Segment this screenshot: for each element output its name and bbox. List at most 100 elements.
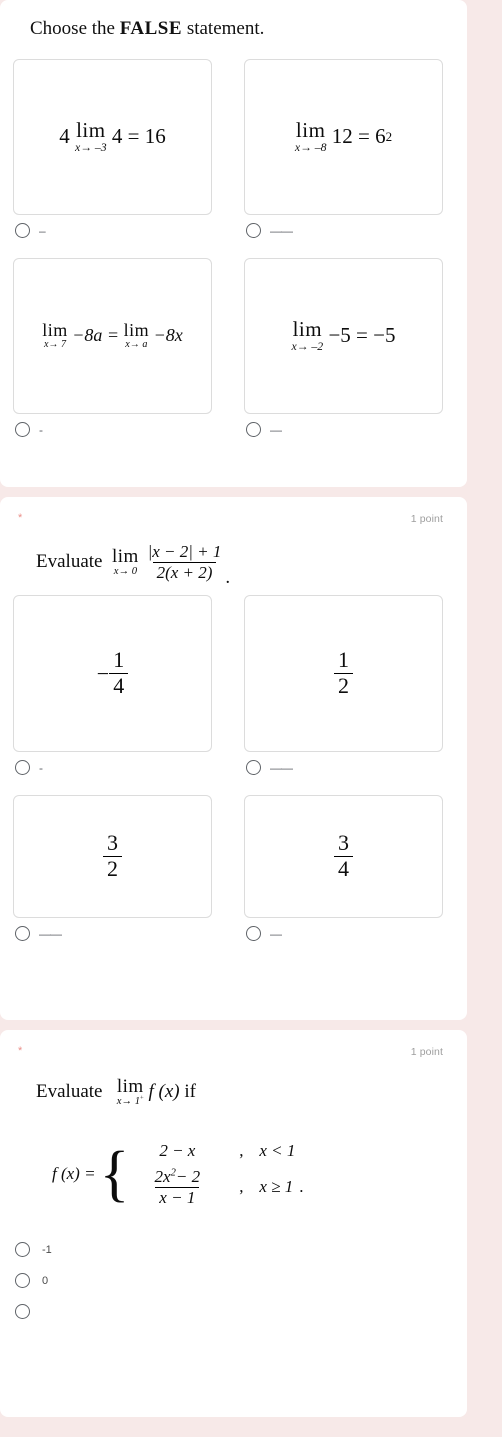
option-3-math-box[interactable]: lim x→ 7 −8a = lim x→ a −8x	[13, 258, 212, 414]
radio-button-option-8[interactable]	[246, 926, 261, 941]
radio-button-option-2[interactable]	[246, 223, 261, 238]
radio-button-option-7[interactable]	[15, 926, 30, 941]
option-cell-1: 4 lim x→ –3 4 = 16 –	[13, 59, 212, 246]
option-10-radio-row[interactable]: 0	[0, 1265, 467, 1296]
option-5-radio-label: -	[39, 760, 43, 775]
option-1-leading-coeff: 4	[59, 124, 70, 149]
option-9-radio-label: -1	[42, 1243, 52, 1256]
option-9-radio-row[interactable]: -1	[0, 1234, 467, 1265]
option-4-limit-subscript: x→ –2	[291, 340, 324, 354]
option-4-radio-label: —	[270, 422, 282, 437]
question-2-meta-row: * 1 point	[0, 511, 467, 531]
option-cell-3: lim x→ 7 −8a = lim x→ a −8x -	[13, 258, 212, 445]
piecewise-case2-numerator-tail: − 2	[175, 1167, 201, 1187]
option-3-radio-row[interactable]: -	[13, 414, 212, 445]
option-cell-8: 3 4 —	[244, 795, 443, 949]
option-2-body: 12 = 6	[331, 124, 386, 149]
option-1-radio-row[interactable]: –	[13, 215, 212, 246]
question-card-2: * 1 point Evaluate lim x→ 0 |x − 2| + 1 …	[0, 497, 467, 1020]
card-gap-2	[0, 1020, 467, 1030]
piecewise-case2-comma: ,	[239, 1177, 244, 1196]
option-8-radio-label: —	[270, 926, 282, 941]
card-gap-1	[0, 487, 467, 497]
question-2-stem: Evaluate lim x→ 0 |x − 2| + 1 2(x + 2) .	[0, 531, 467, 593]
limit-operator-icon: lim x→ –2	[291, 317, 324, 354]
question-3-limit-subscript: x→ 1+	[116, 1094, 144, 1107]
option-6-denominator: 2	[334, 673, 353, 699]
limit-operator-icon: lim x→ –8	[294, 118, 327, 155]
piecewise-case2-numerator: 2x2− 2	[154, 1167, 201, 1187]
option-4-body: −5 = −5	[328, 323, 396, 348]
option-8-math-box[interactable]: 3 4	[244, 795, 443, 918]
option-7-numerator: 3	[107, 830, 118, 856]
question-3-options: -1 0	[0, 1234, 467, 1327]
question-1-title-suffix: statement.	[182, 18, 265, 39]
question-1-options-row-1: 4 lim x→ –3 4 = 16 – lim x→ –8 12 = 6 2 …	[0, 59, 467, 246]
option-3-radio-label: -	[39, 422, 43, 437]
question-3-piecewise: f (x) = { 2 − x , x < 1 2x2− 2 x − 1 , x…	[0, 1120, 467, 1228]
question-2-stem-text: Evaluate	[36, 551, 103, 572]
piecewise-case1-comma: ,	[239, 1141, 244, 1161]
radio-button-option-4[interactable]	[246, 422, 261, 437]
option-8-radio-row[interactable]: —	[244, 918, 443, 949]
question-2-point-label: 1 point	[410, 513, 443, 525]
option-7-denominator: 2	[103, 856, 122, 882]
option-5-radio-row[interactable]: -	[13, 752, 212, 783]
option-5-math-box[interactable]: − 1 4	[13, 595, 212, 752]
piecewise-case2-condition: x ≥ 1	[259, 1177, 294, 1196]
option-3-mid: −8a =	[72, 325, 120, 346]
radio-button-option-5[interactable]	[15, 760, 30, 775]
option-5-fraction: 1 4	[109, 648, 129, 698]
radio-button-option-10[interactable]	[15, 1273, 30, 1288]
form-column: Choose the FALSE statement. 4 lim x→ –3 …	[0, 0, 467, 1417]
option-2-radio-row[interactable]: ——	[244, 215, 443, 246]
limit-operator-icon: lim x→ 1+	[116, 1075, 144, 1107]
option-1-math-box[interactable]: 4 lim x→ –3 4 = 16	[13, 59, 212, 215]
radio-button-option-3[interactable]	[15, 422, 30, 437]
limit-operator-icon: lim x→ a	[123, 320, 150, 351]
question-1-options-row-2: lim x→ 7 −8a = lim x→ a −8x - lim x→ –2 …	[0, 258, 467, 445]
option-8-fraction: 3 4	[334, 831, 353, 881]
option-4-radio-row[interactable]: —	[244, 414, 443, 445]
piecewise-case1-condition: x < 1	[259, 1141, 296, 1161]
option-4-math-box[interactable]: lim x→ –2 −5 = −5	[244, 258, 443, 414]
option-6-numerator: 1	[338, 647, 349, 673]
option-7-math-box[interactable]: 3 2	[13, 795, 212, 918]
option-2-math-box[interactable]: lim x→ –8 12 = 62	[244, 59, 443, 215]
option-cell-7: 3 2 ——	[13, 795, 212, 949]
required-asterisk-icon: *	[18, 1045, 23, 1057]
radio-button-option-6[interactable]	[246, 760, 261, 775]
question-3-stem: Evaluate lim x→ 1+ f (x) if	[0, 1064, 467, 1120]
radio-button-option-1[interactable]	[15, 223, 30, 238]
option-6-math-box[interactable]: 1 2	[244, 595, 443, 752]
question-3-if: if	[184, 1081, 196, 1102]
question-1-title-prefix: Choose the	[30, 18, 120, 39]
question-2-numerator: |x − 2| + 1	[147, 542, 222, 562]
question-3-function: f (x)	[148, 1081, 180, 1102]
question-2-fraction: |x − 2| + 1 2(x + 2)	[144, 542, 226, 581]
question-card-3: * 1 point Evaluate lim x→ 1+ f (x) if f …	[0, 1030, 467, 1417]
option-1-radio-label: –	[39, 223, 46, 238]
question-3-meta-row: * 1 point	[0, 1044, 467, 1064]
piecewise-lhs: f (x) =	[52, 1164, 96, 1183]
option-6-radio-row[interactable]: ——	[244, 752, 443, 783]
radio-button-option-9[interactable]	[15, 1242, 30, 1257]
option-11-radio-row[interactable]	[0, 1296, 467, 1327]
question-2-options-row-1: − 1 4 - 1 2 ——	[0, 595, 467, 783]
option-3-limit-subscript-left: x→ 7	[43, 339, 67, 351]
option-5-sign: −	[96, 660, 110, 686]
option-10-radio-label: 0	[42, 1274, 49, 1287]
radio-button-option-11[interactable]	[15, 1304, 30, 1319]
option-2-limit-subscript: x→ –8	[294, 141, 327, 155]
piecewise-case2-fraction: 2x2− 2 x − 1	[151, 1167, 205, 1206]
question-2-options-row-2: 3 2 —— 3 4 —	[0, 795, 467, 949]
piecewise-case2-denominator: x − 1	[155, 1186, 200, 1207]
piecewise-case1-expr: 2 − x	[159, 1141, 196, 1161]
option-7-radio-row[interactable]: ——	[13, 918, 212, 949]
question-3-limit-subscript-sup: +	[140, 1094, 144, 1102]
limit-operator-icon: lim x→ –3	[75, 118, 107, 155]
option-2-radio-label: ——	[270, 223, 293, 238]
question-1-title-bold: FALSE	[119, 18, 183, 39]
option-6-fraction: 1 2	[334, 648, 353, 698]
option-3-tail: −8x	[153, 325, 183, 346]
